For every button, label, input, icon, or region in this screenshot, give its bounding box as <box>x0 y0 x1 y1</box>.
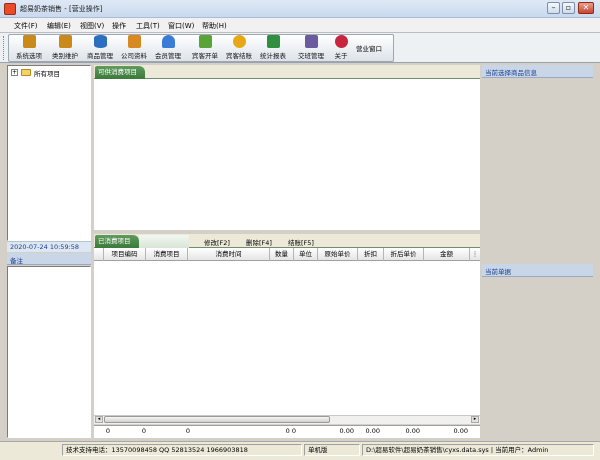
hand-category-icon <box>58 35 72 48</box>
menu-edit[interactable]: 编辑(E) <box>47 21 71 31</box>
tree-item-all-items[interactable]: 所有项目 <box>34 68 60 78</box>
total-quantity: 0 0 <box>285 427 296 435</box>
coin-icon <box>232 35 246 48</box>
menu-operation[interactable]: 操作 <box>112 21 126 31</box>
col-header-item-code[interactable]: 项目编码 <box>104 248 146 261</box>
menu-file[interactable]: 文件(F) <box>14 21 38 31</box>
col-header-discount[interactable]: 折扣 <box>358 248 384 261</box>
total-value: 0 <box>185 427 190 435</box>
menu-tools[interactable]: 工具(T) <box>136 21 160 31</box>
company-icon <box>127 35 141 48</box>
menu-window[interactable]: 窗口(W) <box>168 21 194 31</box>
notes-textarea[interactable] <box>7 266 91 438</box>
menu-view[interactable]: 视图(V) <box>80 21 104 31</box>
category-tree[interactable] <box>7 65 91 241</box>
minimize-button[interactable]: – <box>547 2 560 14</box>
notes-title: 备注 <box>10 257 23 265</box>
shift-handover-icon <box>304 35 318 48</box>
member-icon <box>161 35 175 48</box>
current-bill-title: 当前单据 <box>485 268 511 276</box>
status-path: D:\超易软件\超易奶茶销售\cyxs.data.sys | 当前用户：Admi… <box>362 444 594 456</box>
current-datetime: 2020-07-24 10:59:58 <box>10 243 80 251</box>
total-value: 0 <box>105 427 110 435</box>
gift-box-icon <box>198 35 212 48</box>
statistics-report-button[interactable]: 统计报表 <box>256 35 290 61</box>
column-picker-button[interactable]: ⋮ <box>470 248 480 261</box>
category-maintain-button[interactable]: 类别维护 <box>48 35 82 61</box>
business-window-button[interactable]: 营业窗口 <box>356 43 382 53</box>
hand-tool-icon <box>22 35 36 48</box>
col-header-discounted-price[interactable]: 折后单价 <box>384 248 424 261</box>
product-info-title: 当前选择商品信息 <box>485 69 537 77</box>
total-amount: 0.00 <box>453 427 468 435</box>
col-header-quantity[interactable]: 数量 <box>270 248 294 261</box>
maximize-button[interactable]: ▫ <box>562 2 575 14</box>
product-manage-button[interactable]: 商品管理 <box>83 35 117 61</box>
col-header-amount[interactable]: 金额 <box>424 248 470 261</box>
toolbar-grip[interactable] <box>3 36 6 60</box>
total-discount: 0.00 <box>365 427 380 435</box>
question-icon <box>334 35 348 48</box>
total-value: 0 <box>141 427 146 435</box>
company-info-button[interactable]: 公司资料 <box>117 35 151 61</box>
delete-button[interactable]: 删除[F4] <box>246 237 272 247</box>
available-tab-bar <box>94 65 480 79</box>
tab-consumed-items[interactable]: 已消费项目 <box>95 235 139 248</box>
total-discounted-price: 0.00 <box>405 427 420 435</box>
scroll-right-arrow-icon[interactable]: ▸ <box>471 416 479 423</box>
scrollbar-thumb[interactable] <box>104 416 330 423</box>
bar-chart-icon <box>266 35 280 48</box>
product-info-panel <box>482 78 593 264</box>
col-header-original-price[interactable]: 原始单价 <box>318 248 358 261</box>
total-original-price: 0.00 <box>339 427 354 435</box>
window-title: 超易奶茶销售 - [营业操作] <box>20 5 103 13</box>
col-header-item-name[interactable]: 消费项目 <box>146 248 188 261</box>
status-support: 技术支持电话：13570098458 QQ 52813524 196690381… <box>62 444 302 456</box>
row-indicator-header <box>94 248 104 261</box>
folder-icon <box>21 69 31 76</box>
app-icon <box>4 3 16 15</box>
menu-help[interactable]: 帮助(H) <box>202 21 227 31</box>
open-bill-button[interactable]: 宾客开单 <box>188 35 222 61</box>
close-button[interactable]: ✕ <box>578 2 594 14</box>
system-options-button[interactable]: 系统选项 <box>12 35 46 61</box>
available-items-list[interactable] <box>94 79 480 230</box>
checkout-button[interactable]: 宾客结账 <box>222 35 256 61</box>
checkout-link-button[interactable]: 结账[F5] <box>288 237 314 247</box>
database-icon <box>93 35 107 48</box>
modify-button[interactable]: 修改[F2] <box>204 237 230 247</box>
col-header-unit[interactable]: 单位 <box>294 248 318 261</box>
scroll-left-arrow-icon[interactable]: ◂ <box>95 416 103 423</box>
col-header-time[interactable]: 消费时间 <box>188 248 270 261</box>
member-manage-button[interactable]: 会员管理 <box>151 35 185 61</box>
about-button[interactable]: 关于 <box>328 35 354 61</box>
current-bill-panel <box>482 277 593 438</box>
status-mode: 单机版 <box>304 444 360 456</box>
tab-spacer <box>139 235 189 248</box>
tree-expand-toggle[interactable]: + <box>11 69 18 76</box>
tab-available-items[interactable]: 可供消费项目 <box>95 66 145 79</box>
shift-manage-button[interactable]: 交班管理 <box>294 35 328 61</box>
consumed-items-grid[interactable] <box>94 261 480 415</box>
